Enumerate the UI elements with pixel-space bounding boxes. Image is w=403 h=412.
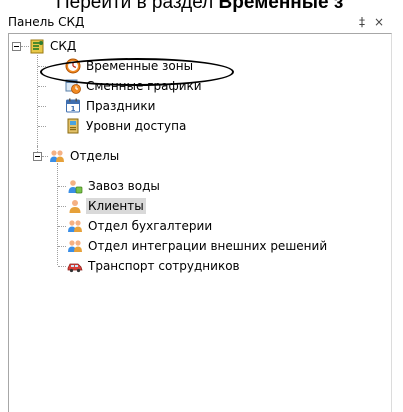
water-delivery-icon: [68, 180, 83, 194]
tree-node-label: Клиенты: [86, 198, 146, 214]
calendar-icon: 1: [66, 98, 80, 113]
tree-node-label: Транспорт сотрудников: [88, 259, 240, 273]
tree-connector: [42, 156, 48, 157]
close-icon[interactable]: ×: [372, 15, 386, 29]
tree-node-holidays[interactable]: 1 Праздники: [65, 96, 157, 116]
acs-folder-icon: [30, 39, 44, 54]
tree-node-label: Отдел бухгалтерии: [88, 219, 213, 233]
instruction-heading: Перейти в раздел Временные з: [56, 0, 343, 13]
tree-node-label: Праздники: [86, 99, 156, 113]
access-level-icon: [67, 118, 79, 134]
tree-node-label: Отдел интеграции внешних решений: [88, 239, 328, 253]
tree-connector: [38, 66, 46, 67]
tree-node-label: Уровни доступа: [86, 119, 187, 133]
tree-connector: [58, 226, 66, 227]
clock-icon: [65, 58, 81, 74]
tree-node-accounting[interactable]: Отдел бухгалтерии: [67, 216, 214, 236]
person-icon: [69, 200, 81, 213]
tree-node-acs[interactable]: СКД: [29, 36, 78, 56]
tree-node-water-delivery[interactable]: Завоз воды: [67, 176, 162, 196]
tree-node-shift-schedules[interactable]: Сменные графики: [65, 76, 204, 96]
tree-connector: [58, 266, 66, 267]
pin-icon[interactable]: ‡: [355, 15, 369, 29]
people-group-icon: [68, 240, 82, 252]
page: Перейти в раздел Временные з Панель СКД …: [0, 0, 403, 412]
tree-connector: [38, 106, 46, 107]
tree-node-access-levels[interactable]: Уровни доступа: [65, 116, 188, 136]
tree-node-label: Сменные графики: [86, 79, 202, 93]
tree-node-time-zones[interactable]: Временные зоны: [65, 56, 195, 76]
shift-schedule-icon: [65, 79, 81, 94]
tree-node-employee-transport[interactable]: Транспорт сотрудников: [67, 256, 242, 276]
panel-title: Панель СКД: [8, 15, 85, 29]
instruction-bold-term: Временные з: [218, 0, 344, 13]
tree-node-label: Отделы: [70, 149, 120, 163]
tree-node-label: Завоз воды: [88, 179, 160, 193]
tree-connector: [57, 163, 58, 265]
people-group-icon: [68, 220, 82, 232]
svg-text:1: 1: [71, 105, 76, 113]
tree-connector: [38, 126, 46, 127]
people-group-icon: [50, 150, 64, 162]
tree-node-departments[interactable]: Отделы: [49, 146, 121, 166]
tree-connector: [58, 206, 66, 207]
tree-connector: [21, 46, 29, 47]
departments-collapse-toggle[interactable]: [33, 152, 42, 161]
tree-connector: [58, 186, 66, 187]
tree-connector: [37, 146, 38, 152]
panel-header: Панель СКД ‡ ×: [0, 13, 392, 33]
tree-view[interactable]: СКД Временные зоны Сменные графики 1 Пра…: [8, 33, 392, 412]
tree-node-label: СКД: [50, 39, 77, 53]
root-collapse-toggle[interactable]: [12, 42, 21, 51]
tree-node-clients[interactable]: Клиенты: [67, 196, 146, 216]
vehicle-icon: [67, 263, 83, 273]
tree-connector: [37, 55, 38, 146]
tree-connector: [38, 86, 46, 87]
tree-node-integration[interactable]: Отдел интеграции внешних решений: [67, 236, 329, 256]
instruction-prefix: Перейти в раздел: [56, 0, 219, 13]
tree-connector: [58, 246, 66, 247]
tree-node-label: Временные зоны: [86, 59, 194, 73]
